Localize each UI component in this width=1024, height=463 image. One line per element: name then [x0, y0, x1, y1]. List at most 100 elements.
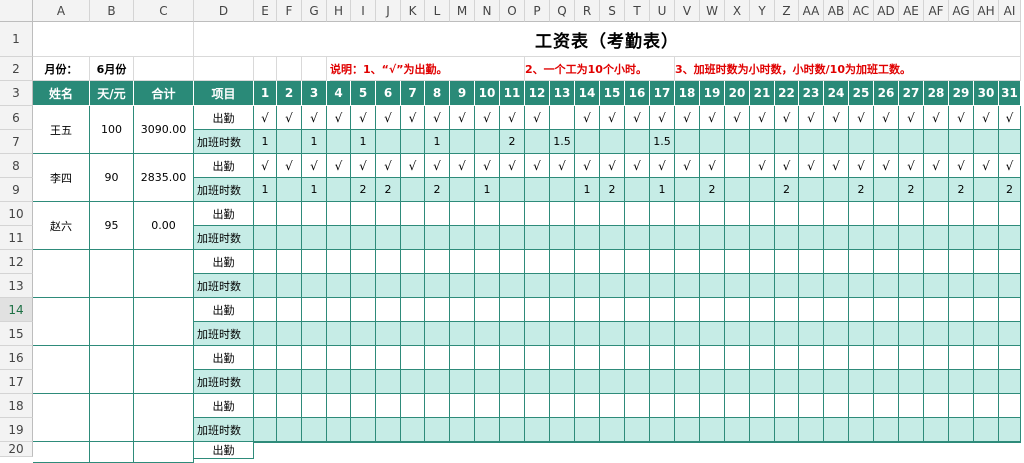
overtime-cell[interactable]	[500, 370, 525, 394]
overtime-cell[interactable]	[824, 322, 849, 346]
overtime-cell[interactable]	[974, 130, 999, 154]
cell-row2[interactable]	[302, 57, 327, 81]
attend-cell[interactable]	[475, 298, 500, 322]
attend-cell[interactable]	[600, 442, 625, 443]
overtime-cell[interactable]	[376, 226, 401, 250]
overtime-cell[interactable]	[874, 370, 899, 394]
attend-cell[interactable]	[799, 250, 824, 274]
overtime-cell[interactable]	[849, 322, 874, 346]
employee-rate[interactable]	[90, 298, 134, 346]
overtime-cell[interactable]	[899, 370, 924, 394]
overtime-cell[interactable]	[899, 226, 924, 250]
attend-cell[interactable]	[949, 394, 974, 418]
overtime-cell[interactable]	[475, 418, 500, 442]
column-header-ae[interactable]: AE	[899, 0, 924, 22]
overtime-cell[interactable]: 1	[650, 178, 675, 202]
attend-cell[interactable]	[750, 298, 775, 322]
overtime-cell[interactable]	[949, 418, 974, 442]
employee-name[interactable]	[33, 298, 90, 346]
column-header-s[interactable]: S	[600, 0, 625, 22]
attend-cell[interactable]	[254, 394, 277, 418]
attend-cell[interactable]	[600, 250, 625, 274]
attend-cell[interactable]: √	[924, 106, 949, 130]
cell-d2[interactable]	[194, 57, 254, 81]
column-header-ad[interactable]: AD	[874, 0, 899, 22]
attend-cell[interactable]	[575, 346, 600, 370]
attend-cell[interactable]	[625, 394, 650, 418]
attend-cell[interactable]	[999, 442, 1021, 443]
overtime-cell[interactable]	[450, 274, 475, 298]
attend-cell[interactable]: √	[351, 154, 376, 178]
overtime-cell[interactable]	[899, 418, 924, 442]
column-header-d[interactable]: D	[194, 0, 254, 22]
overtime-cell[interactable]	[351, 322, 376, 346]
column-header-c[interactable]: C	[134, 0, 194, 22]
attend-cell[interactable]: √	[949, 154, 974, 178]
column-header-ah[interactable]: AH	[974, 0, 999, 22]
attend-cell[interactable]: √	[700, 154, 725, 178]
attend-cell[interactable]: √	[254, 106, 277, 130]
overtime-cell[interactable]	[874, 274, 899, 298]
overtime-cell[interactable]	[550, 178, 575, 202]
overtime-cell[interactable]	[849, 370, 874, 394]
overtime-cell[interactable]	[625, 178, 650, 202]
overtime-cell[interactable]	[327, 226, 351, 250]
overtime-cell[interactable]	[401, 130, 425, 154]
overtime-cell[interactable]	[725, 226, 750, 250]
employee-total[interactable]	[134, 346, 194, 394]
overtime-cell[interactable]	[401, 418, 425, 442]
attend-cell[interactable]	[575, 298, 600, 322]
employee-rate[interactable]: 100	[90, 106, 134, 154]
select-all-corner[interactable]	[0, 0, 33, 22]
overtime-cell[interactable]: 1	[425, 130, 450, 154]
overtime-cell[interactable]	[949, 322, 974, 346]
attend-cell[interactable]: √	[351, 106, 376, 130]
overtime-cell[interactable]	[600, 274, 625, 298]
attend-cell[interactable]	[924, 346, 949, 370]
attend-cell[interactable]	[450, 250, 475, 274]
attend-cell[interactable]	[650, 394, 675, 418]
overtime-cell[interactable]	[450, 370, 475, 394]
attend-cell[interactable]	[874, 442, 899, 443]
attend-cell[interactable]	[625, 202, 650, 226]
column-header-q[interactable]: Q	[550, 0, 575, 22]
attend-cell[interactable]	[625, 298, 650, 322]
overtime-cell[interactable]: 1.5	[650, 130, 675, 154]
attend-cell[interactable]	[401, 346, 425, 370]
overtime-cell[interactable]	[625, 322, 650, 346]
attend-cell[interactable]: √	[824, 154, 849, 178]
row-header-6[interactable]: 6	[0, 106, 33, 130]
row-header-20[interactable]: 20	[0, 442, 33, 457]
overtime-cell[interactable]	[750, 370, 775, 394]
overtime-cell[interactable]	[700, 418, 725, 442]
attend-cell[interactable]	[277, 250, 302, 274]
attend-cell[interactable]	[327, 394, 351, 418]
column-header-b[interactable]: B	[90, 0, 134, 22]
overtime-cell[interactable]	[650, 274, 675, 298]
attend-cell[interactable]	[327, 346, 351, 370]
attend-cell[interactable]	[675, 298, 700, 322]
attend-cell[interactable]	[725, 250, 750, 274]
attend-cell[interactable]	[351, 394, 376, 418]
attend-cell[interactable]	[550, 202, 575, 226]
overtime-cell[interactable]	[999, 130, 1021, 154]
attend-cell[interactable]	[974, 250, 999, 274]
overtime-cell[interactable]	[924, 274, 949, 298]
employee-name[interactable]: 王五	[33, 106, 90, 154]
attend-cell[interactable]	[575, 250, 600, 274]
column-header-aa[interactable]: AA	[799, 0, 824, 22]
attend-cell[interactable]	[899, 250, 924, 274]
employee-total[interactable]: 3090.00	[134, 106, 194, 154]
attend-cell[interactable]: √	[425, 154, 450, 178]
attend-cell[interactable]	[899, 202, 924, 226]
overtime-cell[interactable]	[600, 130, 625, 154]
attend-cell[interactable]: √	[500, 154, 525, 178]
attend-cell[interactable]: √	[750, 154, 775, 178]
attend-cell[interactable]	[575, 442, 600, 443]
attend-cell[interactable]: √	[401, 154, 425, 178]
attend-cell[interactable]: √	[327, 154, 351, 178]
attend-cell[interactable]	[376, 250, 401, 274]
overtime-cell[interactable]	[824, 418, 849, 442]
attend-cell[interactable]	[351, 298, 376, 322]
attend-cell[interactable]	[525, 250, 550, 274]
